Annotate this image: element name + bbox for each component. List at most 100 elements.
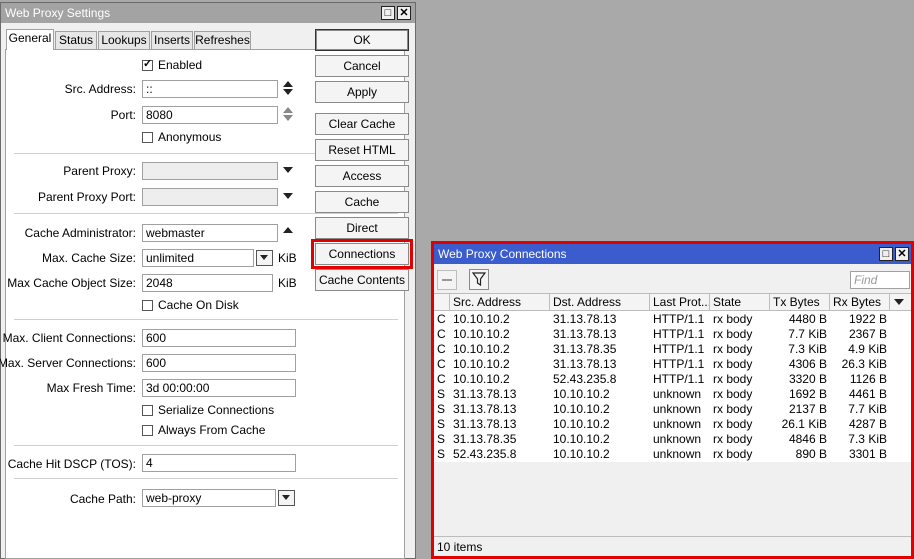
filter-button[interactable] (469, 269, 489, 290)
cache-button[interactable]: Cache (315, 191, 409, 213)
column-header-tx-bytes[interactable]: Tx Bytes (770, 294, 830, 310)
parent-proxy-port-dropdown-icon[interactable] (283, 193, 293, 199)
always-from-cache-check-box[interactable] (142, 425, 153, 436)
cache-hit-dscp-input[interactable]: 4 (142, 454, 296, 472)
serialize-connections-checkbox[interactable]: Serialize Connections (142, 403, 274, 417)
max-cache-object-size-unit: KiB (278, 276, 297, 290)
dst-address-cell: 10.10.10.2 (553, 417, 610, 431)
separator (14, 213, 398, 214)
connections-title-bar[interactable]: Web Proxy Connections □ ✕ (434, 244, 911, 264)
cache-admin-input[interactable]: webmaster (142, 224, 278, 242)
port-up-icon[interactable] (283, 107, 293, 113)
type-cell: C (437, 327, 446, 341)
rx-bytes-cell: 1126 B (849, 372, 887, 386)
apply-button[interactable]: Apply (315, 81, 409, 103)
src-address-up-icon[interactable] (283, 81, 293, 87)
reset-html-button[interactable]: Reset HTML (315, 139, 409, 161)
anonymous-checkbox[interactable]: Anonymous (142, 130, 221, 144)
table-row[interactable]: C 10.10.10.2 31.13.78.13 HTTP/1.1 rx body 430… (434, 357, 911, 372)
table-row[interactable]: C 10.10.10.2 52.43.235.8 HTTP/1.1 rx body 332… (434, 372, 911, 387)
tab-status[interactable]: Status (55, 31, 97, 49)
cache-on-disk-label: Cache On Disk (158, 298, 239, 312)
table-row[interactable]: S 31.13.78.13 10.10.10.2 unknown rx body 2137… (434, 402, 911, 417)
enabled-check-box[interactable] (142, 58, 153, 71)
max-fresh-time-input[interactable]: 3d 00:00:00 (142, 379, 296, 397)
find-input[interactable]: Find (850, 271, 910, 289)
type-cell: S (437, 447, 446, 461)
tab-inserts[interactable]: Inserts (151, 31, 193, 49)
maximize-icon[interactable]: □ (381, 6, 395, 20)
parent-proxy-port-input[interactable] (142, 188, 278, 206)
cache-on-disk-check-box[interactable] (142, 300, 153, 311)
parent-proxy-input[interactable] (142, 162, 278, 180)
connections-table: Src. Address Dst. Address Last Prot... S… (434, 293, 911, 462)
max-client-connections-label: Max. Client Connections: (2, 331, 136, 345)
port-down-icon[interactable] (283, 115, 293, 121)
direct-button[interactable]: Direct (315, 217, 409, 239)
ok-button[interactable]: OK (315, 29, 409, 51)
maximize-icon[interactable]: □ (879, 247, 893, 261)
max-cache-size-input[interactable]: unlimited (142, 249, 254, 267)
cache-on-disk-checkbox[interactable]: Cache On Disk (142, 298, 239, 312)
last-protocol-cell: HTTP/1.1 (653, 312, 705, 326)
column-header-dst-address[interactable]: Dst. Address (550, 294, 650, 310)
table-row[interactable]: C 10.10.10.2 31.13.78.35 HTTP/1.1 rx body 7.3… (434, 342, 911, 357)
table-row[interactable]: S 31.13.78.13 10.10.10.2 unknown rx body 26.1… (434, 417, 911, 432)
close-icon[interactable]: ✕ (397, 6, 411, 20)
connections-button[interactable]: Connections (311, 239, 413, 269)
tab-refreshes[interactable]: Refreshes (194, 31, 251, 49)
column-header-last-protocol[interactable]: Last Prot... (650, 294, 710, 310)
src-address-cell: 31.13.78.13 (453, 387, 517, 401)
filter-icon (472, 272, 486, 287)
src-address-input[interactable]: :: (142, 80, 278, 98)
rx-bytes-cell: 4287 B (848, 417, 887, 431)
enabled-checkbox[interactable]: Enabled (142, 58, 202, 72)
dst-address-cell: 10.10.10.2 (553, 387, 610, 401)
remove-button[interactable] (437, 270, 457, 290)
column-header-src-address[interactable]: Src. Address (450, 294, 550, 310)
cancel-button[interactable]: Cancel (315, 55, 409, 77)
cache-contents-button[interactable]: Cache Contents (315, 269, 409, 291)
table-row[interactable]: S 52.43.235.8 10.10.10.2 unknown rx body 890 … (434, 447, 911, 462)
column-header-state[interactable]: State (710, 294, 770, 310)
anonymous-check-box[interactable] (142, 132, 153, 143)
serialize-connections-check-box[interactable] (142, 405, 153, 416)
max-server-connections-input[interactable]: 600 (142, 354, 296, 372)
web-proxy-settings-window: Web Proxy Settings □ ✕ General Status Lo… (0, 2, 416, 559)
table-row[interactable]: S 31.13.78.35 10.10.10.2 unknown rx body 4846… (434, 432, 911, 447)
minus-icon (442, 279, 452, 281)
src-address-cell: 10.10.10.2 (453, 357, 510, 371)
always-from-cache-checkbox[interactable]: Always From Cache (142, 423, 265, 437)
tab-general[interactable]: General (6, 29, 54, 50)
max-client-connections-input[interactable]: 600 (142, 329, 296, 347)
access-button[interactable]: Access (315, 165, 409, 187)
tab-lookups[interactable]: Lookups (98, 31, 150, 49)
tx-bytes-cell: 2137 B (788, 402, 827, 416)
separator (14, 478, 398, 479)
port-input[interactable]: 8080 (142, 106, 278, 124)
state-cell: rx body (713, 387, 753, 401)
parent-proxy-port-label: Parent Proxy Port: (37, 190, 136, 204)
close-icon[interactable]: ✕ (895, 247, 909, 261)
settings-title-bar[interactable]: Web Proxy Settings □ ✕ (1, 3, 415, 23)
table-row[interactable]: C 10.10.10.2 31.13.78.13 HTTP/1.1 rx body 448… (434, 312, 911, 327)
cache-path-dropdown-icon[interactable] (278, 490, 295, 506)
dst-address-cell: 31.13.78.13 (553, 312, 617, 326)
max-cache-size-dropdown-icon[interactable] (256, 250, 273, 266)
cache-admin-collapse-icon[interactable] (283, 227, 293, 233)
column-chooser-icon[interactable] (894, 299, 904, 305)
serialize-connections-label: Serialize Connections (158, 403, 275, 417)
parent-proxy-dropdown-icon[interactable] (283, 167, 293, 173)
type-cell: C (437, 357, 446, 371)
table-row[interactable]: C 10.10.10.2 31.13.78.13 HTTP/1.1 rx body 7.7… (434, 327, 911, 342)
table-row[interactable]: S 31.13.78.13 10.10.10.2 unknown rx body 1692… (434, 387, 911, 402)
cache-path-input[interactable]: web-proxy (142, 489, 276, 507)
cache-path-label: Cache Path: (69, 492, 136, 506)
column-header-flag[interactable] (434, 294, 450, 310)
tx-bytes-cell: 26.1 KiB (781, 417, 827, 431)
clear-cache-button[interactable]: Clear Cache (315, 113, 409, 135)
column-header-rx-bytes[interactable]: Rx Bytes (830, 294, 890, 310)
last-protocol-cell: unknown (653, 402, 702, 416)
src-address-down-icon[interactable] (283, 89, 293, 95)
max-cache-object-size-input[interactable]: 2048 (142, 274, 273, 292)
